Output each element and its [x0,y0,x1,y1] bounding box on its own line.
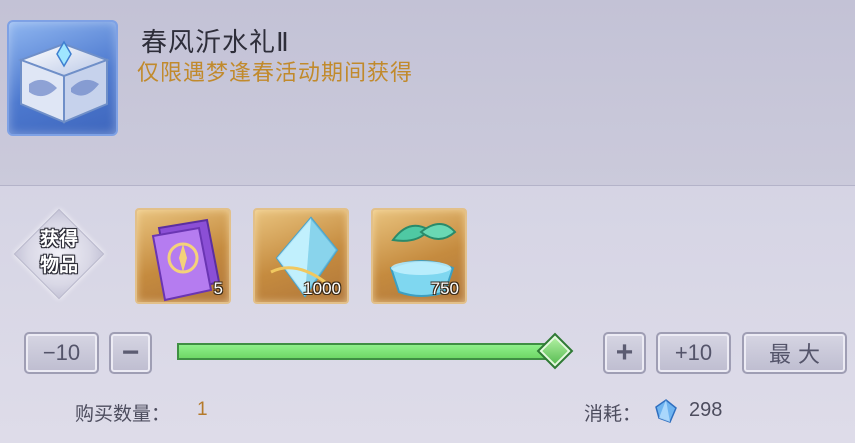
plus-10-button[interactable]: +10 [656,332,731,374]
reward-count: 5 [213,279,223,298]
minus-10-button[interactable]: −10 [24,332,99,374]
obtained-items-label: 获得 物品 [39,228,78,276]
reward-item-ticket[interactable]: 5 [135,208,231,304]
reward-count: 1000 [303,279,341,298]
cost-label: 消耗： [584,403,642,425]
plus-icon: + [615,336,634,369]
quantity-slider-track[interactable] [177,343,555,360]
max-button[interactable]: 最 大 [742,332,847,374]
quantity-value: 1 [197,399,208,420]
plus-button[interactable]: + [603,332,646,374]
plus-10-label: +10 [674,340,713,365]
quantity-label: 购买数量： [75,403,171,425]
package-title: 春风沂水礼Ⅱ [141,28,290,58]
blue-crystal-currency-icon [655,399,677,423]
minus-10-label: −10 [42,340,81,365]
cost-value: 298 [689,399,723,421]
package-header: 春风沂水礼Ⅱ 仅限遇梦逢春活动期间获得 [0,0,855,186]
quantity-slider-handle[interactable] [536,332,574,370]
minus-button[interactable]: − [109,332,152,374]
reward-item-crystal[interactable]: 1000 [253,208,349,304]
package-availability-note: 仅限遇梦逢春活动期间获得 [137,61,414,86]
crystal-chest-icon [7,20,118,136]
reward-count: 750 [430,279,459,298]
reward-item-vial[interactable]: 750 [371,208,467,304]
max-label: 最 大 [769,343,820,368]
minus-icon: − [121,336,140,369]
obtained-items-badge: 获得 物品 [13,208,105,300]
